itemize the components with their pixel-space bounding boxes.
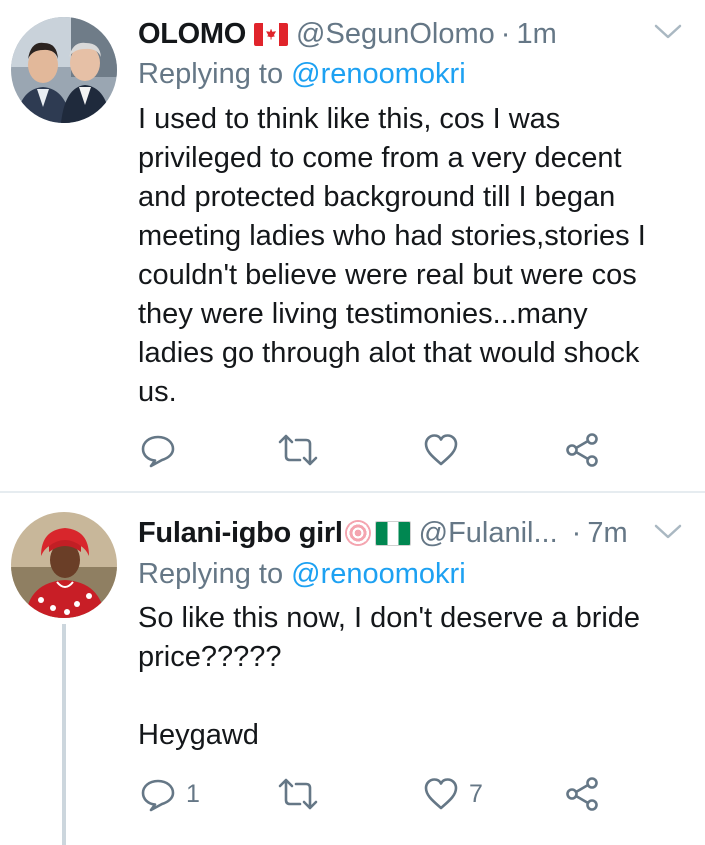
mention-link[interactable]: @renoomokri [291, 58, 466, 90]
tweet-header: OLOMO @SegunOlomo · 1m [138, 16, 637, 52]
timestamp[interactable]: 1m [516, 16, 556, 52]
tweet-actions [138, 430, 608, 470]
share-button[interactable] [564, 430, 600, 470]
share-icon [564, 432, 600, 468]
canada-flag-icon [254, 22, 289, 46]
like-button[interactable] [423, 430, 469, 470]
mention-link[interactable]: @renoomokri [291, 558, 466, 590]
user-handle[interactable]: @Fulanil... [419, 515, 558, 551]
separator: · [500, 18, 511, 50]
reply-icon [140, 432, 176, 468]
tweet-text: I used to think like this, cos I was pri… [138, 103, 646, 408]
fish-cake-swirl-icon [344, 520, 371, 546]
share-icon [564, 776, 600, 812]
replying-to: Replying to @renoomokri [138, 56, 466, 92]
reply-button[interactable]: 1 [140, 774, 200, 814]
display-name[interactable]: OLOMO [138, 16, 246, 52]
tweet-actions: 1 7 [138, 774, 608, 814]
timestamp[interactable]: 7m [587, 515, 627, 551]
retweet-icon [278, 432, 318, 468]
share-button[interactable] [564, 774, 600, 814]
user-handle[interactable]: @SegunOlomo [296, 16, 495, 52]
heart-icon [423, 432, 459, 468]
retweet-button[interactable] [278, 774, 328, 814]
heart-icon [423, 776, 459, 812]
tweet-text: So like this now, I don't deserve a brid… [138, 602, 641, 751]
nigeria-flag-icon [374, 520, 411, 546]
retweet-icon [278, 776, 318, 812]
tweet[interactable]: Fulani-igbo girl @Fulanil... · 7m Replyi… [0, 493, 705, 845]
chevron-down-icon[interactable] [653, 522, 683, 542]
replying-to-label: Replying to [138, 58, 292, 90]
retweet-button[interactable] [278, 430, 328, 470]
like-count: 7 [469, 779, 483, 808]
separator: · [571, 517, 582, 549]
tweet-header: Fulani-igbo girl @Fulanil... · 7m [138, 515, 637, 551]
chevron-down-icon[interactable] [653, 22, 683, 42]
reply-button[interactable] [140, 430, 186, 470]
reply-count: 1 [186, 779, 200, 808]
avatar[interactable] [11, 17, 117, 123]
tweet[interactable]: OLOMO @SegunOlomo · 1m Replying to @reno… [0, 0, 705, 492]
reply-icon [140, 776, 176, 812]
avatar[interactable] [11, 512, 117, 618]
replying-to-label: Replying to [138, 558, 292, 590]
display-name[interactable]: Fulani-igbo girl [138, 515, 343, 551]
thread-line [62, 624, 66, 845]
like-button[interactable]: 7 [423, 774, 483, 814]
replying-to: Replying to @renoomokri [138, 556, 466, 592]
